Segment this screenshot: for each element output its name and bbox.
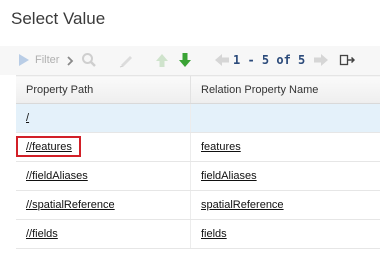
search-icon[interactable] <box>81 52 97 73</box>
cell-property-path[interactable]: / <box>16 103 191 133</box>
relation-name-link[interactable]: features <box>201 141 241 153</box>
pager-text: 1 - 5 of 5 <box>233 53 306 67</box>
cell-relation-property-name[interactable]: fieldAliases <box>190 161 380 191</box>
cell-property-path[interactable]: //fieldAliases <box>16 161 191 191</box>
cell-relation-property-name[interactable]: features <box>190 132 380 162</box>
cell-relation-property-name[interactable]: spatialReference <box>190 190 380 220</box>
property-path-link[interactable]: //fields <box>26 228 58 240</box>
table-row[interactable]: / <box>16 103 380 133</box>
property-path-link[interactable]: //spatialReference <box>26 199 115 211</box>
previous-page-icon[interactable] <box>214 53 230 72</box>
filter-icon[interactable] <box>18 53 30 72</box>
header-row: Property Path Relation Property Name <box>16 75 380 104</box>
next-page-icon[interactable] <box>313 53 329 72</box>
edit-icon[interactable] <box>118 52 134 73</box>
highlight-box <box>16 136 81 157</box>
dialog-title: Select Value <box>11 9 106 28</box>
property-path-link[interactable]: / <box>26 112 29 124</box>
filter-label[interactable]: Filter <box>35 54 59 66</box>
table-row[interactable]: //fieldAliases fieldAliases <box>16 161 380 191</box>
cell-property-path[interactable]: //features <box>16 132 191 162</box>
toolbar: Filter 1 - 5 of 5 <box>0 46 380 75</box>
move-down-icon[interactable] <box>177 52 193 73</box>
chevron-right-icon[interactable] <box>66 54 74 72</box>
property-path-link[interactable]: //fieldAliases <box>26 170 88 182</box>
table-row[interactable]: //spatialReference spatialReference <box>16 190 380 220</box>
table-row[interactable]: //fields fields <box>16 219 380 249</box>
table-row[interactable]: //features features <box>16 132 380 162</box>
column-header-relation-property-name[interactable]: Relation Property Name <box>190 75 380 104</box>
move-up-icon[interactable] <box>154 52 170 73</box>
relation-name-link[interactable]: spatialReference <box>201 199 284 211</box>
export-icon[interactable] <box>339 52 356 73</box>
cell-property-path[interactable]: //fields <box>16 219 191 249</box>
relation-name-link[interactable]: fieldAliases <box>201 170 257 182</box>
value-grid: Property Path Relation Property Name / /… <box>16 75 380 249</box>
cell-relation-property-name[interactable] <box>190 103 380 133</box>
cell-property-path[interactable]: //spatialReference <box>16 190 191 220</box>
cell-relation-property-name[interactable]: fields <box>190 219 380 249</box>
column-header-property-path[interactable]: Property Path <box>16 75 191 104</box>
relation-name-link[interactable]: fields <box>201 228 227 240</box>
